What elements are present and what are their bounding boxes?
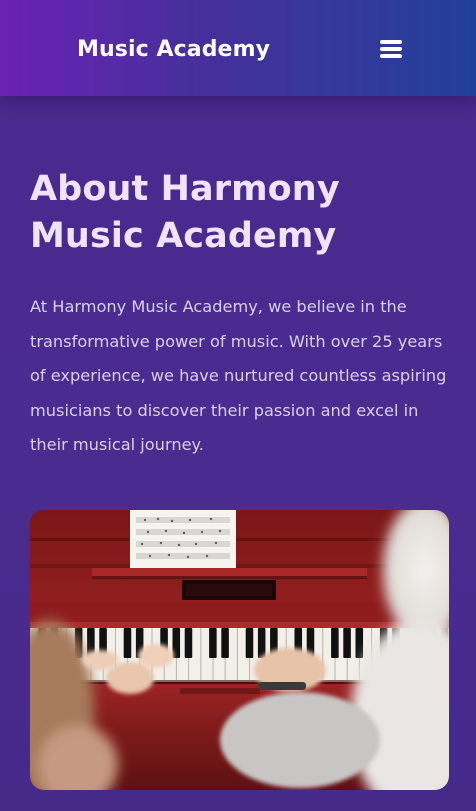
menu-bar-bottom — [380, 54, 402, 58]
sheet-music — [130, 510, 236, 568]
about-title: About Harmony Music Academy — [30, 169, 340, 256]
brand-logo-link[interactable]: Music Academy — [77, 35, 270, 65]
menu-bar-middle — [380, 47, 402, 51]
navbar: Music Academy — [0, 0, 476, 96]
piano-photo — [30, 510, 449, 790]
page: Music Academy About Harmony Music Academ… — [0, 0, 476, 811]
wristwatch — [258, 682, 306, 690]
about-description: At Harmony Music Academy, we believe in … — [30, 297, 447, 454]
menu-bar-top — [380, 40, 402, 44]
piano-illustration — [30, 510, 449, 790]
hamburger-menu-icon[interactable] — [377, 37, 405, 61]
